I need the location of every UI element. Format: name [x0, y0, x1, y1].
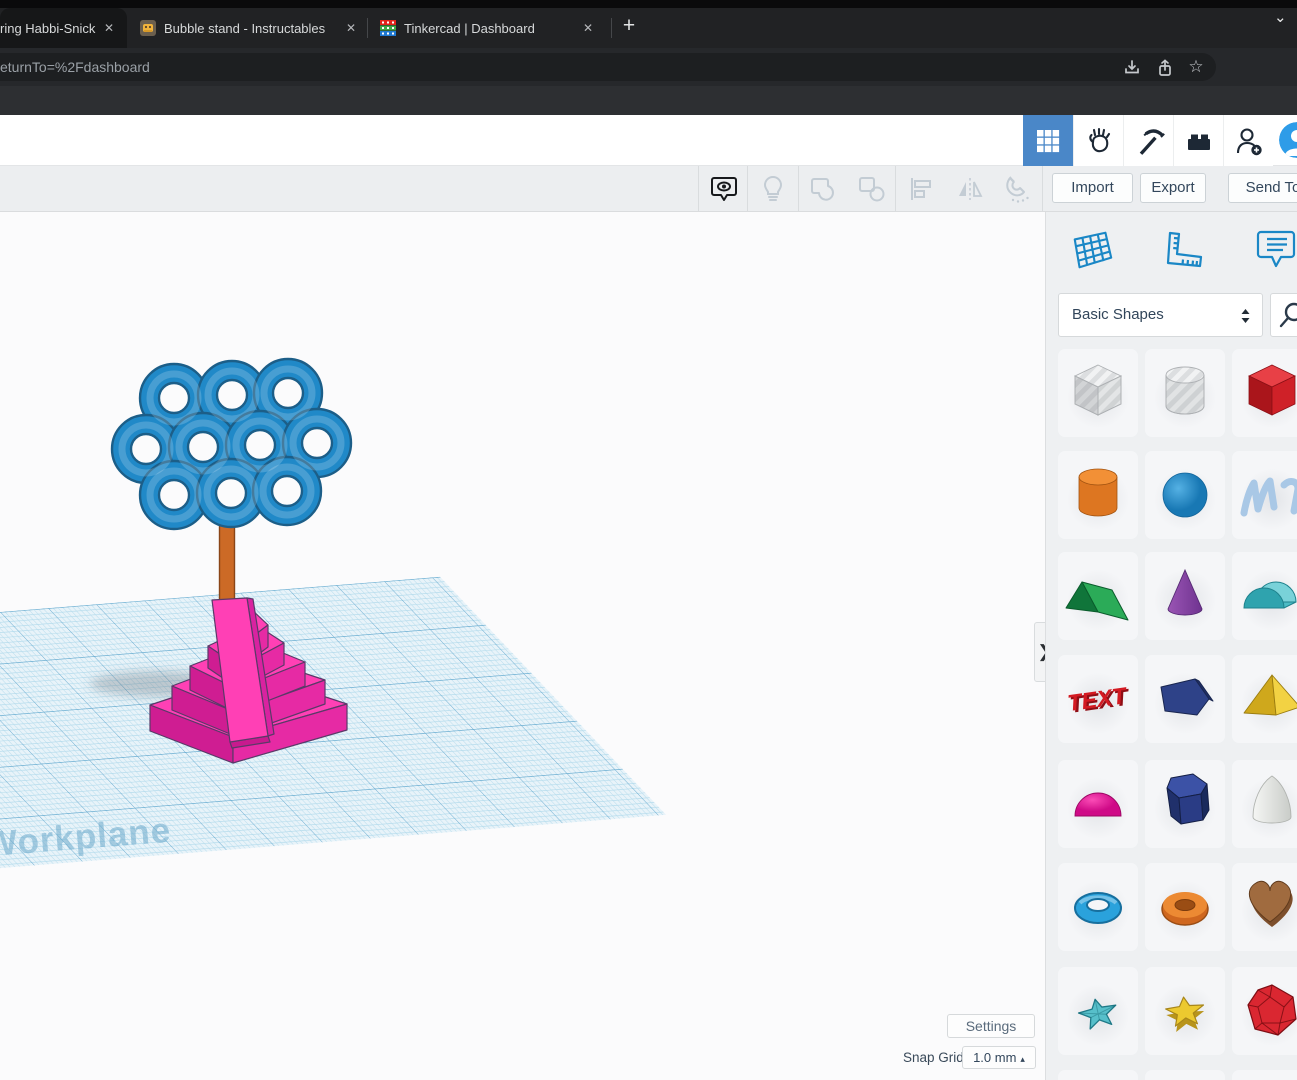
- tab-tinkercad[interactable]: Tinkercad | Dashboard ✕: [370, 8, 610, 48]
- shape-box[interactable]: [1232, 349, 1297, 437]
- settings-button[interactable]: Settings: [947, 1014, 1035, 1038]
- tab-title: ring Habbi-Snick: [0, 20, 96, 36]
- model-honeycomb: [110, 357, 353, 531]
- snap-grid-label: Snap Grid: [903, 1050, 964, 1065]
- shape-polygon[interactable]: [1145, 655, 1225, 743]
- view-blocks-button[interactable]: [1123, 115, 1173, 166]
- shape-pyramid[interactable]: [1232, 655, 1297, 743]
- shape-box-hole[interactable]: [1058, 349, 1138, 437]
- show-all-button[interactable]: [748, 166, 797, 211]
- align-button[interactable]: [896, 166, 945, 211]
- view-3d-editor-button[interactable]: [1023, 115, 1073, 166]
- tab-instructables[interactable]: Bubble stand - Instructables ✕: [130, 8, 366, 48]
- tab-title: Tinkercad | Dashboard: [404, 20, 535, 36]
- group-icon: [810, 177, 834, 201]
- lightbulb-icon: [763, 175, 782, 201]
- close-icon[interactable]: ✕: [579, 19, 597, 37]
- share-icon[interactable]: [1155, 58, 1175, 78]
- shape-roof[interactable]: [1058, 552, 1138, 640]
- tab-overflow-chevron-icon[interactable]: ⌄: [1274, 8, 1287, 26]
- shape-tile-partial[interactable]: [1232, 1070, 1297, 1080]
- scene: [0, 357, 667, 875]
- shape-round-roof[interactable]: [1232, 552, 1297, 640]
- shape-cone[interactable]: [1145, 552, 1225, 640]
- shape-cylinder-hole[interactable]: [1145, 349, 1225, 437]
- mirror-icon: [958, 177, 982, 200]
- snap-grid-dropdown[interactable]: 1.0 mm ▴: [962, 1046, 1036, 1069]
- ungroup-icon: [858, 176, 884, 201]
- close-icon[interactable]: ✕: [342, 19, 360, 37]
- shapes-panel: Basic Shapes TEXT TEXT: [1046, 212, 1297, 1080]
- tab-strip: ring Habbi-Snick ✕ Bubble stand - Instru…: [0, 0, 1297, 48]
- hide-selected-button[interactable]: [699, 166, 748, 211]
- shape-hex-prism[interactable]: [1145, 760, 1225, 848]
- shape-text[interactable]: TEXT TEXT: [1058, 655, 1138, 743]
- view-sim-lab-button[interactable]: [1073, 115, 1123, 166]
- shape-cylinder[interactable]: [1058, 451, 1138, 539]
- address-bar[interactable]: eturnTo=%2Fdashboard: [0, 53, 1216, 81]
- send-to-button[interactable]: Send To: [1228, 173, 1297, 203]
- install-icon[interactable]: [1122, 58, 1142, 78]
- shape-heart[interactable]: [1232, 863, 1297, 951]
- pickaxe-icon: [1139, 128, 1165, 155]
- new-tab-button[interactable]: +: [614, 12, 644, 42]
- action-toolbar: Import Export Send To: [0, 166, 1297, 212]
- brick-icon: [1187, 134, 1210, 150]
- magnet-button[interactable]: [994, 166, 1043, 211]
- close-icon[interactable]: ✕: [100, 19, 118, 37]
- shape-tile-partial[interactable]: [1145, 1070, 1225, 1080]
- shape-star[interactable]: [1145, 967, 1225, 1055]
- hand-icon: [1088, 127, 1110, 152]
- magnet-icon: [1005, 175, 1029, 203]
- shape-sphere[interactable]: [1145, 451, 1225, 539]
- bookmark-star-icon[interactable]: ☆: [1186, 58, 1206, 78]
- shape-paraboloid[interactable]: [1232, 760, 1297, 848]
- app-header: [0, 115, 1297, 166]
- url-text: eturnTo=%2Fdashboard: [0, 59, 150, 75]
- person-add-icon: [1236, 127, 1262, 155]
- ungroup-button[interactable]: [847, 166, 896, 211]
- window-edge: [0, 0, 1297, 8]
- viewport-3d[interactable]: Workplane Settings Snap Grid 1.0 mm▴ ❯: [0, 212, 1046, 1080]
- shape-scribble[interactable]: [1232, 451, 1297, 539]
- eye-bubble-icon: [710, 176, 737, 201]
- shape-tube[interactable]: [1145, 863, 1225, 951]
- mirror-button[interactable]: [945, 166, 994, 211]
- tinkercad-favicon: [380, 20, 396, 36]
- instructables-favicon: [140, 20, 156, 36]
- browser-window: ring Habbi-Snick ✕ Bubble stand - Instru…: [0, 0, 1297, 1080]
- import-button[interactable]: Import: [1052, 173, 1133, 203]
- shape-torus[interactable]: [1058, 863, 1138, 951]
- shape-icosahedron[interactable]: [1232, 967, 1297, 1055]
- shapes-grid: TEXT TEXT: [1046, 212, 1297, 1080]
- dropdown-arrow-icon: ▴: [1020, 1054, 1025, 1064]
- shape-tile-partial[interactable]: [1058, 1070, 1138, 1080]
- panel-collapse-handle[interactable]: ❯: [1034, 622, 1045, 682]
- align-icon: [910, 177, 931, 200]
- url-bar-row: eturnTo=%2Fdashboard ☆ S: [0, 48, 1297, 124]
- grid-view-icon: [1037, 129, 1060, 152]
- tab-title: Bubble stand - Instructables: [164, 20, 326, 36]
- shape-star-flat[interactable]: [1058, 967, 1138, 1055]
- view-bricks-button[interactable]: [1173, 115, 1223, 166]
- export-button[interactable]: Export: [1140, 173, 1206, 203]
- shape-half-sphere[interactable]: [1058, 760, 1138, 848]
- tab-habbi-snick[interactable]: ring Habbi-Snick ✕: [0, 8, 127, 48]
- bookmarks-bar: [0, 86, 1297, 115]
- collaborate-button[interactable]: [1223, 115, 1273, 166]
- group-button[interactable]: [799, 166, 848, 211]
